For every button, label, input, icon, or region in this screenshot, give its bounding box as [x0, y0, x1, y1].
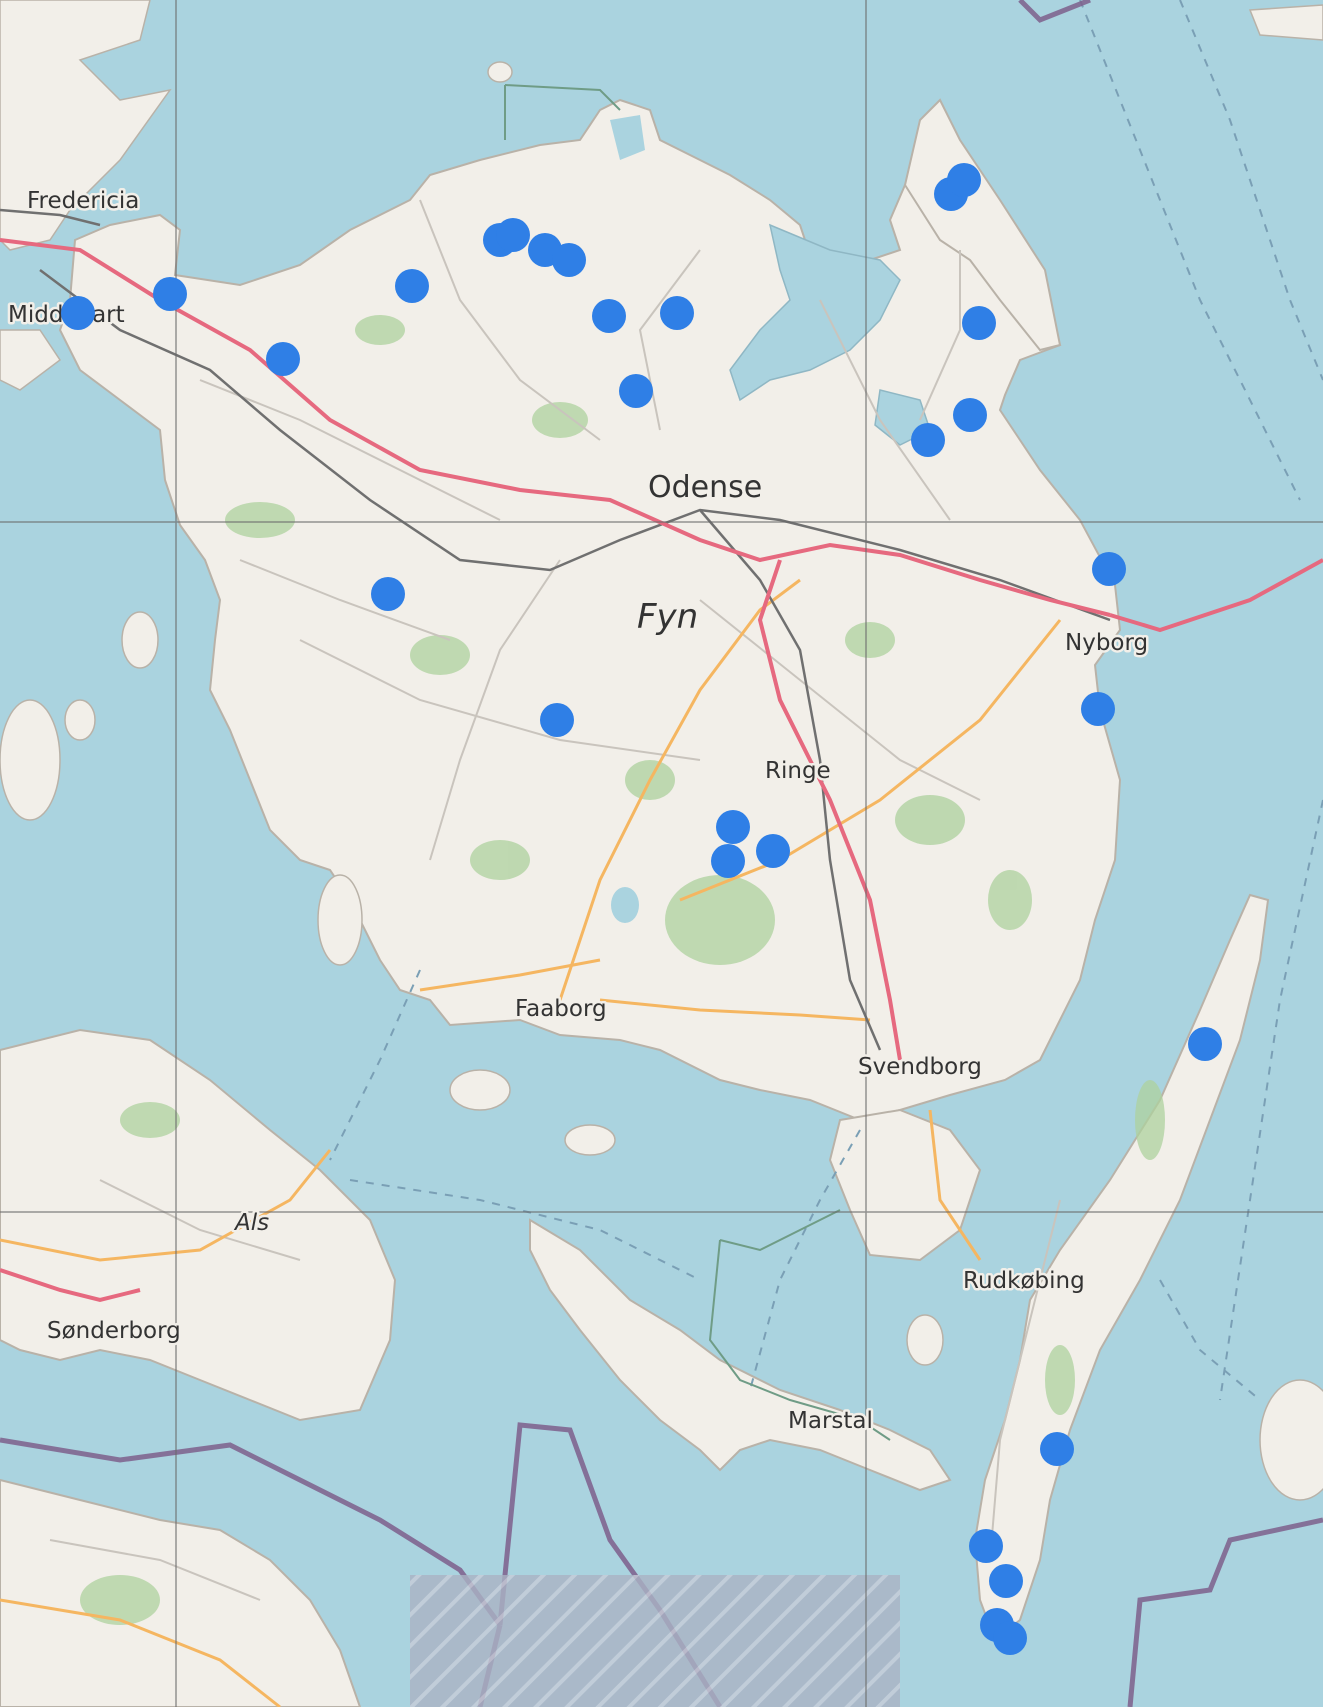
location-marker[interactable]	[711, 844, 745, 878]
location-marker[interactable]	[969, 1529, 1003, 1563]
label-rudkobing: Rudkøbing	[963, 1268, 1085, 1294]
location-marker[interactable]	[61, 296, 95, 330]
location-marker[interactable]	[619, 374, 653, 408]
location-marker[interactable]	[756, 834, 790, 868]
label-marstal: Marstal	[788, 1408, 873, 1434]
location-marker[interactable]	[153, 277, 187, 311]
location-marker[interactable]	[993, 1621, 1027, 1655]
location-marker[interactable]	[592, 299, 626, 333]
water-lake	[611, 887, 639, 923]
land-islet	[906, 1314, 944, 1366]
location-marker[interactable]	[911, 423, 945, 457]
location-marker[interactable]	[1092, 552, 1126, 586]
label-ringe: Ringe	[765, 758, 831, 784]
land-islet	[564, 1124, 616, 1156]
land-islet	[449, 1069, 511, 1111]
land-islet	[317, 874, 363, 966]
restricted-area	[410, 1575, 900, 1707]
location-marker[interactable]	[947, 163, 981, 197]
land-islet	[121, 611, 159, 669]
map-view[interactable]: Fredericia Middelfart Odense Fyn Nyborg …	[0, 0, 1323, 1707]
label-nyborg: Nyborg	[1065, 630, 1148, 656]
location-marker[interactable]	[953, 398, 987, 432]
label-fredericia: Fredericia	[27, 188, 139, 214]
location-marker[interactable]	[716, 810, 750, 844]
location-marker[interactable]	[660, 296, 694, 330]
land-islet-ne	[1248, 4, 1323, 41]
location-marker[interactable]	[395, 269, 429, 303]
map-canvas: Fredericia Middelfart Odense Fyn Nyborg …	[0, 0, 1323, 1707]
land-islet	[64, 699, 96, 741]
location-marker[interactable]	[266, 342, 300, 376]
label-fyn: Fyn	[637, 597, 698, 637]
location-marker[interactable]	[989, 1564, 1023, 1598]
location-marker[interactable]	[496, 218, 530, 252]
location-marker[interactable]	[371, 577, 405, 611]
location-marker[interactable]	[1188, 1027, 1222, 1061]
location-marker[interactable]	[540, 703, 574, 737]
label-faaborg: Faaborg	[515, 996, 607, 1022]
location-marker[interactable]	[1081, 692, 1115, 726]
location-marker[interactable]	[962, 306, 996, 340]
location-marker[interactable]	[1040, 1432, 1074, 1466]
label-svendborg: Svendborg	[858, 1054, 982, 1080]
land-islet	[487, 61, 513, 83]
label-odense: Odense	[648, 470, 762, 505]
label-sonderborg: Sønderborg	[47, 1318, 181, 1344]
location-marker[interactable]	[552, 243, 586, 277]
label-als: Als	[233, 1210, 269, 1236]
land-islet	[0, 699, 61, 821]
